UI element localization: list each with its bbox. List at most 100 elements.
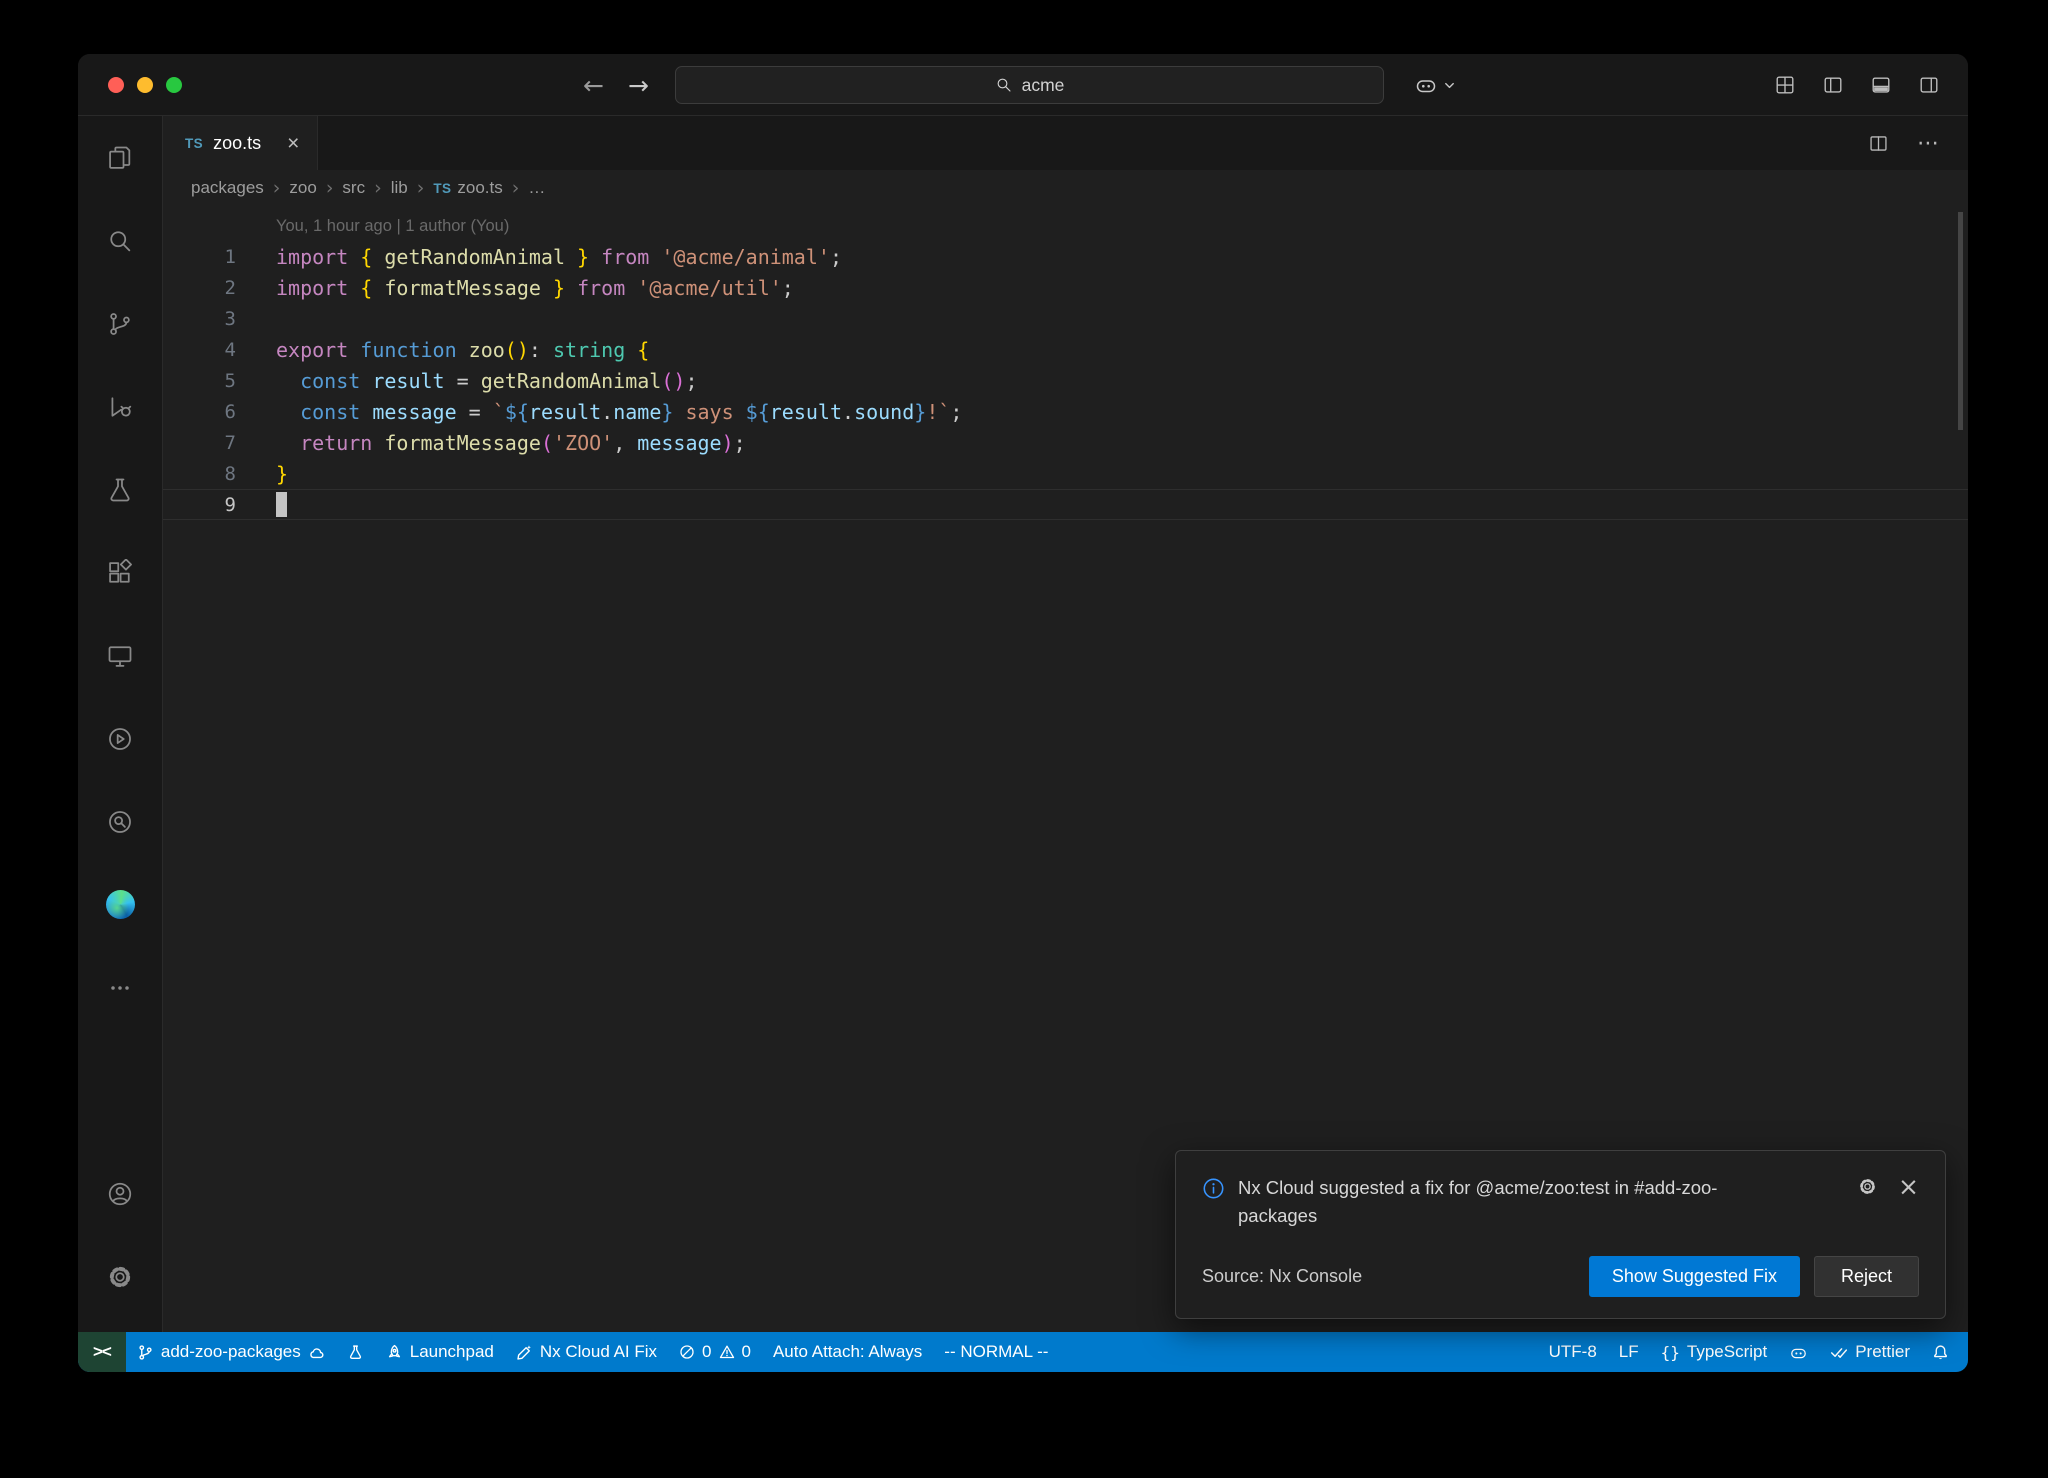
files-icon <box>106 144 134 172</box>
warning-count: 0 <box>742 1342 751 1362</box>
nx-cloud-ai-fix-button[interactable]: Nx Cloud AI Fix <box>505 1332 668 1372</box>
copilot-icon <box>1414 73 1438 97</box>
language-indicator[interactable]: {} TypeScript <box>1650 1332 1779 1372</box>
scrollbar-thumb[interactable] <box>1958 212 1963 430</box>
launchpad-button[interactable]: Launchpad <box>375 1332 505 1372</box>
traffic-lights <box>108 77 182 93</box>
sidebar-item-settings[interactable] <box>78 1235 162 1318</box>
toggle-primary-sidebar-icon[interactable] <box>1822 74 1844 96</box>
editor-actions: ⋯ <box>1868 116 1968 170</box>
breadcrumb-label: zoo <box>289 178 316 198</box>
vim-mode-label: -- NORMAL -- <box>944 1342 1048 1362</box>
customize-layout-icon[interactable] <box>1774 74 1796 96</box>
launchpad-label: Launchpad <box>410 1342 494 1362</box>
breadcrumb-item[interactable]: packages <box>191 178 264 198</box>
ts-file-icon: TS <box>433 181 451 196</box>
remote-indicator[interactable]: >< <box>78 1332 126 1372</box>
info-icon <box>1202 1177 1225 1200</box>
branch-indicator[interactable]: add-zoo-packages <box>126 1332 336 1372</box>
tab-bar: TS zoo.ts × ⋯ <box>163 116 1968 170</box>
desktop-background: ← → acme <box>0 0 2048 1478</box>
sidebar-item-edge-browser[interactable] <box>78 863 162 946</box>
formatter-label: Prettier <box>1855 1342 1910 1362</box>
breadcrumb-item[interactable]: lib <box>391 178 408 198</box>
problems-indicator[interactable]: 0 0 <box>668 1332 762 1372</box>
split-editor-icon[interactable] <box>1868 133 1889 154</box>
remote-icon: >< <box>93 1342 111 1362</box>
encoding-label: UTF-8 <box>1549 1342 1597 1362</box>
breadcrumb-item[interactable]: src <box>342 178 365 198</box>
breadcrumb-item[interactable]: zoo <box>289 178 316 198</box>
notification-actions: × <box>1857 1174 1919 1199</box>
history-nav: ← → <box>583 54 649 116</box>
sidebar-item-run-tools[interactable] <box>78 697 162 780</box>
sidebar-item-more-views[interactable] <box>78 946 162 1029</box>
more-actions-icon[interactable]: ⋯ <box>1917 131 1940 156</box>
ellipsis-icon <box>106 974 134 1002</box>
copilot-status[interactable] <box>1778 1332 1819 1372</box>
code-line: 1import { getRandomAnimal } from '@acme/… <box>163 241 1968 272</box>
sidebar-item-run-debug[interactable] <box>78 365 162 448</box>
line-number: 6 <box>163 401 236 423</box>
breadcrumb-separator: › <box>273 177 281 199</box>
tab-zoo-ts[interactable]: TS zoo.ts × <box>163 116 318 170</box>
sidebar-item-accounts[interactable] <box>78 1152 162 1235</box>
breadcrumb-label: zoo.ts <box>457 178 502 198</box>
edge-browser-icon <box>106 890 135 919</box>
back-arrow[interactable]: ← <box>583 71 604 100</box>
notifications-bell[interactable] <box>1921 1332 1960 1372</box>
vim-mode-indicator[interactable]: -- NORMAL -- <box>933 1332 1059 1372</box>
forward-arrow[interactable]: → <box>628 71 649 100</box>
close-tab-icon[interactable]: × <box>287 133 299 154</box>
source-control-icon <box>106 310 134 338</box>
line-number: 2 <box>163 277 236 299</box>
code-text: return formatMessage('ZOO', message); <box>276 431 746 455</box>
blame-annotation: You, 1 hour ago | 1 author (You) <box>276 212 1968 241</box>
eol-indicator[interactable]: LF <box>1608 1332 1650 1372</box>
notification-buttons: Show Suggested Fix Reject <box>1589 1256 1919 1297</box>
breadcrumb-separator: › <box>326 177 334 199</box>
sidebar-item-explorer[interactable] <box>78 116 162 199</box>
ts-file-icon: TS <box>185 136 203 151</box>
close-window-button[interactable] <box>108 77 124 93</box>
sidebar-item-source-control[interactable] <box>78 282 162 365</box>
sidebar-item-code-inspect[interactable] <box>78 780 162 863</box>
remote-explorer-icon <box>106 642 134 670</box>
show-suggested-fix-button[interactable]: Show Suggested Fix <box>1589 1256 1800 1297</box>
encoding-indicator[interactable]: UTF-8 <box>1538 1332 1608 1372</box>
notification-gear-icon[interactable] <box>1857 1176 1878 1197</box>
zoom-window-button[interactable] <box>166 77 182 93</box>
sidebar-item-search[interactable] <box>78 199 162 282</box>
close-icon[interactable]: × <box>1898 1174 1919 1199</box>
beaker-icon <box>106 476 134 504</box>
breadcrumb-item[interactable]: … <box>528 178 545 198</box>
flask-icon <box>347 1344 364 1361</box>
auto-attach-indicator[interactable]: Auto Attach: Always <box>762 1332 933 1372</box>
gitlens-inspect[interactable] <box>336 1332 375 1372</box>
breadcrumb-item[interactable]: TS zoo.ts <box>433 178 502 198</box>
language-label: TypeScript <box>1687 1342 1767 1362</box>
code-text: const result = getRandomAnimal(); <box>276 369 697 393</box>
breadcrumbs: packages›zoo›src›lib›TSzoo.ts›… <box>163 170 1968 206</box>
line-number: 8 <box>163 463 236 485</box>
bell-icon <box>1932 1344 1949 1361</box>
breadcrumb-separator: › <box>417 177 425 199</box>
braces-icon: {} <box>1661 1343 1680 1362</box>
toggle-panel-icon[interactable] <box>1870 74 1892 96</box>
notification-message: Nx Cloud suggested a fix for @acme/zoo:t… <box>1238 1174 1743 1231</box>
double-check-icon <box>1830 1343 1848 1361</box>
code-line: 5 const result = getRandomAnimal(); <box>163 365 1968 396</box>
breadcrumb-label: src <box>342 178 365 198</box>
formatter-indicator[interactable]: Prettier <box>1819 1332 1921 1372</box>
sidebar-item-testing[interactable] <box>78 448 162 531</box>
toggle-secondary-sidebar-icon[interactable] <box>1918 74 1940 96</box>
code-line: 6 const message = `${result.name} says $… <box>163 396 1968 427</box>
error-icon <box>679 1344 695 1360</box>
copilot-menu[interactable] <box>1414 54 1456 116</box>
sidebar-item-remote-explorer[interactable] <box>78 614 162 697</box>
sidebar-item-extensions[interactable] <box>78 531 162 614</box>
minimize-window-button[interactable] <box>137 77 153 93</box>
command-center-search[interactable]: acme <box>675 66 1384 104</box>
reject-button[interactable]: Reject <box>1814 1256 1919 1297</box>
search-value: acme <box>1022 75 1065 96</box>
